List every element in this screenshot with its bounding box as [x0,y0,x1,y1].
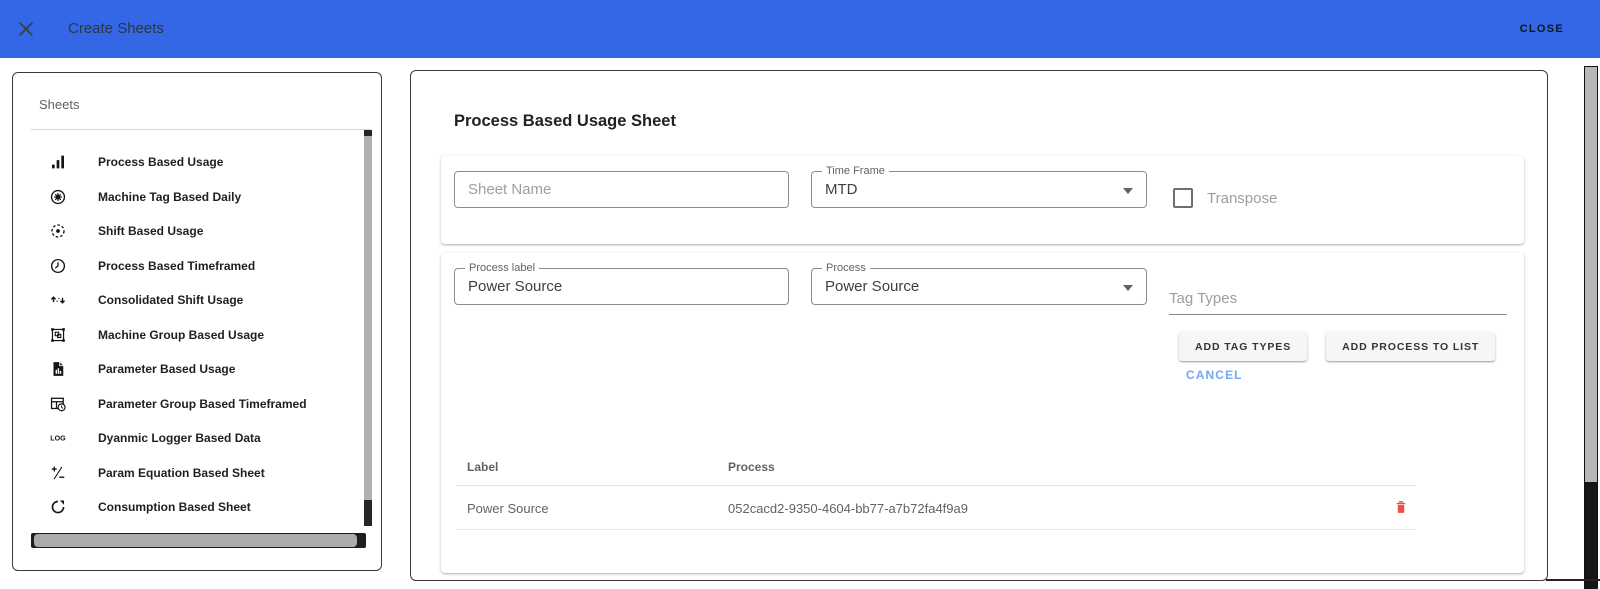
sidebar-item-label: Parameter Group Based Timeframed [98,396,307,411]
scrollbar-thumb[interactable] [34,534,357,547]
sidebar-item-label: Parameter Based Usage [98,362,236,377]
sidebar-item-machine-group-based-usage[interactable]: Machine Group Based Usage [13,318,361,353]
log-text-icon: LOG [49,429,67,447]
sidebar-item-consolidated-shift-usage[interactable]: Consolidated Shift Usage [13,283,361,318]
process-select[interactable]: Process Power Source [811,262,1147,305]
sidebar-item-label: Process Based Timeframed [98,258,256,273]
transpose-toggle[interactable]: Transpose [1173,188,1277,208]
row-process-cell: 052cacd2-9350-4604-bb77-a7b72fa4f9a9 [728,500,968,516]
app-bar: Create Sheets CLOSE [0,0,1600,58]
scrollbar-thumb[interactable] [364,500,372,526]
sidebar-item-label: Consolidated Shift Usage [98,293,244,308]
sheets-panel-title: Sheets [39,97,80,112]
sidebar-item-label: Machine Tag Based Daily [98,189,242,204]
cancel-button[interactable]: CANCEL [1186,368,1243,382]
tag-types-field[interactable] [1169,282,1507,315]
add-tag-types-button[interactable]: ADD TAG TYPES [1179,332,1308,361]
delete-row-button[interactable] [1390,497,1412,519]
svg-text:LOG: LOG [50,435,66,443]
scrollbar-thumb[interactable] [1585,482,1597,589]
sidebar-item-consumption-based-sheet[interactable]: Consumption Based Sheet [13,490,361,525]
sidebar-item-process-based-timeframed[interactable]: Process Based Timeframed [13,249,361,284]
sheet-editor-panel: Process Based Usage Sheet Time Frame MTD… [410,70,1548,581]
row-divider [456,529,1416,530]
process-select-label: Process [822,262,870,275]
sheet-name-input[interactable] [455,172,788,207]
sidebar-item-label: Dyanmic Logger Based Data [98,431,261,446]
target-dotted-icon [49,222,67,240]
action-buttons: ADD TAG TYPES ADD PROCESS TO LIST [1179,332,1496,361]
transpose-label: Transpose [1207,189,1278,207]
chevron-down-icon [1123,285,1133,291]
close-x-icon[interactable] [16,19,36,39]
swap-arrows-icon [49,291,67,309]
column-header-process: Process [728,460,775,474]
sheet-type-list: Process Based Usage Machine Tag Based Dai… [13,130,361,528]
chevron-down-icon [1123,188,1133,194]
file-chart-icon [49,360,67,378]
sidebar-item-parameter-based-usage[interactable]: Parameter Based Usage [13,352,361,387]
table-clock-icon [49,395,67,413]
time-frame-select[interactable]: Time Frame MTD [811,165,1147,208]
sidebar-item-process-based-usage[interactable]: Process Based Usage [13,145,361,180]
table-row: Power Source 052cacd2-9350-4604-bb77-a7b7… [456,486,1416,530]
page-title: Process Based Usage Sheet [454,112,676,130]
tag-types-input[interactable] [1169,282,1507,314]
dialog-title: Create Sheets [68,20,164,37]
container-bottom-edge [1546,579,1600,581]
row-label-cell: Power Source [467,500,549,516]
sidebar-item-dyanmic-logger-based-data[interactable]: LOG Dyanmic Logger Based Data [13,421,361,456]
column-header-label: Label [467,460,499,474]
table-header-row: Label Process [456,449,1416,485]
process-table-body: Power Source 052cacd2-9350-4604-bb77-a7b7… [456,486,1416,530]
sidebar-item-label: Param Equation Based Sheet [98,465,265,480]
gear-circle-icon [49,188,67,206]
sheet-settings-section: Time Frame MTD Transpose [441,156,1524,244]
trash-icon [1393,498,1409,519]
group-box-icon [49,326,67,344]
process-section: Process label Process Power Source ADD T… [441,253,1524,573]
process-label-input[interactable] [455,269,788,304]
sidebar-item-machine-tag-based-daily[interactable]: Machine Tag Based Daily [13,180,361,215]
transpose-checkbox[interactable] [1173,188,1193,208]
sheets-panel: Sheets Process Based Usage Machine Tag Ba… [12,72,382,571]
create-sheets-dialog: Create Sheets CLOSE Sheets Process Based… [0,0,1600,589]
sidebar-item-label: Process Based Usage [98,155,224,170]
sidebar-item-label: Shift Based Usage [98,224,204,239]
sidebar-item-shift-based-usage[interactable]: Shift Based Usage [13,214,361,249]
sidebar-item-label: Consumption Based Sheet [98,500,251,515]
page-vertical-scrollbar[interactable] [1584,66,1598,589]
bar-chart-icon [49,153,67,171]
loop-icon [49,498,67,516]
time-frame-label: Time Frame [822,165,889,178]
sheet-name-field[interactable] [454,171,789,208]
sidebar-item-label: Machine Group Based Usage [98,327,265,342]
sidebar-item-param-equation-based-sheet[interactable]: Param Equation Based Sheet [13,456,361,491]
close-button[interactable]: CLOSE [1514,0,1570,58]
process-table: Label Process Power Source 052cacd2-9350-… [456,449,1416,530]
sidebar-item-parameter-group-based-timeframed[interactable]: Parameter Group Based Timeframed [13,387,361,422]
process-label-field[interactable]: Process label [454,262,789,305]
sheet-list-horizontal-scrollbar[interactable] [31,533,366,548]
plus-minus-icon [49,464,67,482]
clock-icon [49,257,67,275]
add-process-to-list-button[interactable]: ADD PROCESS TO LIST [1326,332,1496,361]
scrollbar-cap [364,130,372,136]
sheet-list-vertical-scrollbar[interactable] [364,130,372,526]
